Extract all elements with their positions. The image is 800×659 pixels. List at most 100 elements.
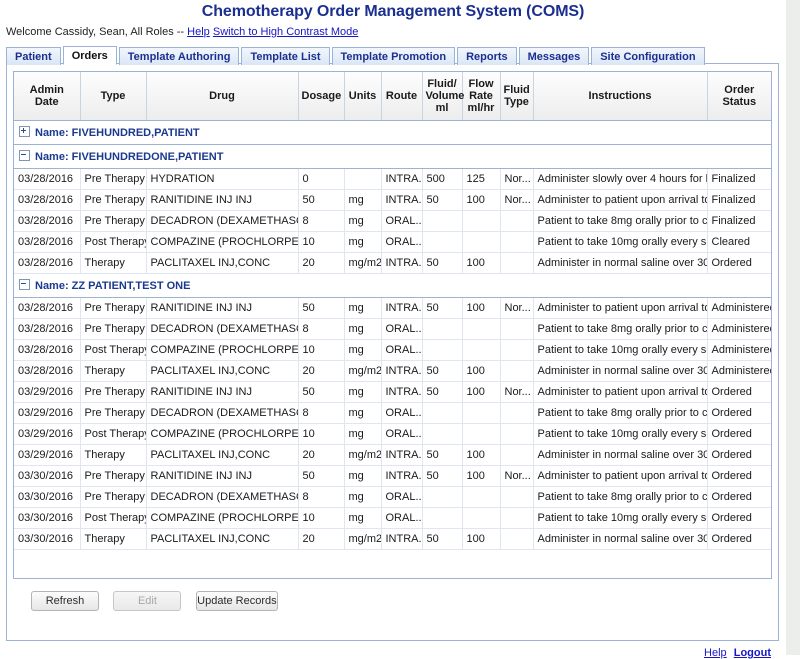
cell-fluid-type: Nor... [500,465,534,487]
cell-flow-rate: 100 [462,381,501,403]
cell-drug: PACLITAXEL INJ,CONC [146,360,299,382]
cell-dosage: 20 [298,252,345,274]
col-header-route[interactable]: Route [381,72,423,121]
tab-site-configuration[interactable]: Site Configuration [591,47,705,65]
cell-drug: RANITIDINE INJ INJ [146,189,299,211]
cell-order-status: Administered [707,360,771,382]
cell-flow-rate: 100 [462,189,501,211]
col-header-instructions[interactable]: Instructions [533,72,708,121]
col-header-fluid-type[interactable]: Fluid Type [500,72,534,121]
group-header-cell: Name: ZZ PATIENT,TEST ONE [14,273,771,298]
cell-route: ORAL... [381,486,423,508]
logout-link[interactable]: Logout [734,647,771,659]
orders-grid-body: Name: FIVEHUNDRED,PATIENT Name: FIVEHUNDR… [14,120,771,550]
cell-fluid-type [500,339,534,361]
cell-units: mg [344,189,382,211]
refresh-button[interactable]: Refresh [31,591,99,611]
table-row[interactable]: 03/28/2016 Pre Therapy RANITIDINE INJ INJ 5… [14,297,771,319]
table-row[interactable]: 03/28/2016 Therapy PACLITAXEL INJ,CONC 20 mg… [14,252,771,274]
table-row[interactable]: 03/30/2016 Pre Therapy DECADRON (DEXAMETHA… [14,486,771,508]
cell-type: Pre Therapy [80,465,147,487]
high-contrast-link[interactable]: Switch to High Contrast Mode [213,26,359,38]
cell-route: ORAL... [381,339,423,361]
table-row[interactable]: 03/29/2016 Therapy PACLITAXEL INJ,CONC 20 mg… [14,444,771,466]
right-gutter [786,0,800,655]
tab-messages[interactable]: Messages [518,47,590,65]
cell-flow-rate: 100 [462,297,501,319]
col-header-fluid-volume-ml[interactable]: Fluid/ Volume ml [422,72,464,121]
help-link-footer[interactable]: Help [704,647,727,659]
cell-drug: COMPAZINE (PROCHLORPERAZINE T... [146,339,299,361]
table-row[interactable]: 03/28/2016 Post Therapy COMPAZINE (PROCHLO… [14,231,771,253]
cell-route: INTRA... [381,444,423,466]
col-header-admin-date[interactable]: Admin Date [14,72,81,121]
cell-dosage: 20 [298,444,345,466]
cell-units: mg [344,297,382,319]
cell-flow-rate: 100 [462,444,501,466]
cell-fluid-type [500,210,534,232]
tab-reports[interactable]: Reports [457,47,517,65]
table-row[interactable]: 03/28/2016 Pre Therapy DECADRON (DEXAMETHA… [14,318,771,340]
table-row[interactable]: 03/29/2016 Pre Therapy RANITIDINE INJ INJ 5… [14,381,771,403]
cell-type: Post Therapy [80,423,147,445]
tab-template-list[interactable]: Template List [241,47,330,65]
cell-order-status: Ordered [707,402,771,424]
table-row[interactable]: 03/29/2016 Pre Therapy DECADRON (DEXAMETHA… [14,402,771,424]
group-header-row[interactable]: Name: FIVEHUNDRED,PATIENT [14,120,771,145]
table-row[interactable]: 03/28/2016 Pre Therapy DECADRON (DEXAMETHA… [14,210,771,232]
cell-fluid-volume: 50 [422,189,463,211]
cell-type: Post Therapy [80,507,147,529]
cell-units: mg/m2 [344,252,382,274]
cell-units: mg [344,210,382,232]
cell-fluid-volume [422,231,463,253]
cell-flow-rate [462,339,501,361]
tab-template-promotion[interactable]: Template Promotion [331,47,456,65]
help-link-top[interactable]: Help [187,26,210,38]
cell-admin-date: 03/28/2016 [14,360,81,382]
group-header-cell: Name: FIVEHUNDRED,PATIENT [14,120,771,145]
table-row[interactable]: 03/28/2016 Pre Therapy RANITIDINE INJ INJ 5… [14,189,771,211]
table-row[interactable]: 03/29/2016 Post Therapy COMPAZINE (PROCHLO… [14,423,771,445]
orders-panel: Admin Date Type Drug Dosage Units Route Fluid/… [6,64,779,641]
col-header-flow-rate-ml-hr[interactable]: Flow Rate ml/hr [462,72,501,121]
cell-type: Therapy [80,444,147,466]
table-row[interactable]: 03/30/2016 Pre Therapy RANITIDINE INJ INJ 5… [14,465,771,487]
tab-template-authoring[interactable]: Template Authoring [118,47,240,65]
cell-fluid-volume: 50 [422,465,463,487]
cell-fluid-type [500,486,534,508]
table-row[interactable]: 03/28/2016 Therapy PACLITAXEL INJ,CONC 20 mg… [14,360,771,382]
cell-fluid-type [500,528,534,550]
cell-drug: HYDRATION [146,168,299,190]
table-row[interactable]: 03/28/2016Pre TherapyHYDRATION0 INTRA...5… [14,168,771,190]
cell-flow-rate [462,318,501,340]
group-header-row[interactable]: Name: FIVEHUNDREDONE,PATIENT [14,144,771,169]
table-row[interactable]: 03/30/2016 Therapy PACLITAXEL INJ,CONC 20 mg… [14,528,771,550]
table-row[interactable]: 03/30/2016 Post Therapy COMPAZINE (PROCHLO… [14,507,771,529]
tab-orders[interactable]: Orders [62,46,117,65]
col-header-dosage[interactable]: Dosage [298,72,345,121]
cell-type: Therapy [80,360,147,382]
col-header-drug[interactable]: Drug [146,72,299,121]
table-row[interactable]: 03/28/2016 Post Therapy COMPAZINE (PROCHLO… [14,339,771,361]
col-header-units[interactable]: Units [344,72,382,121]
cell-route: ORAL... [381,507,423,529]
cell-dosage: 10 [298,423,345,445]
cell-instructions: Administer to patient upon arrival to cl… [533,381,708,403]
cell-instructions: Patient to take 8mg orally prior to chem… [533,318,708,340]
tab-patient[interactable]: Patient [6,47,61,65]
cell-instructions: Patient to take 10mg orally every six ho… [533,231,708,253]
cell-type: Pre Therapy [80,168,147,190]
update-records-button[interactable]: Update Records [195,591,278,611]
cell-type: Therapy [80,252,147,274]
expand-group-icon[interactable] [19,125,30,137]
collapse-group-icon[interactable] [19,149,30,161]
cell-drug: RANITIDINE INJ INJ [146,297,299,319]
group-header-row[interactable]: Name: ZZ PATIENT,TEST ONE [14,273,771,298]
cell-fluid-volume: 50 [422,297,463,319]
col-header-type[interactable]: Type [80,72,147,121]
cell-order-status: Ordered [707,528,771,550]
cell-route: INTRA... [381,528,423,550]
collapse-group-icon[interactable] [19,278,30,290]
col-header-order-status[interactable]: Order Status [707,72,771,121]
cell-fluid-volume [422,210,463,232]
